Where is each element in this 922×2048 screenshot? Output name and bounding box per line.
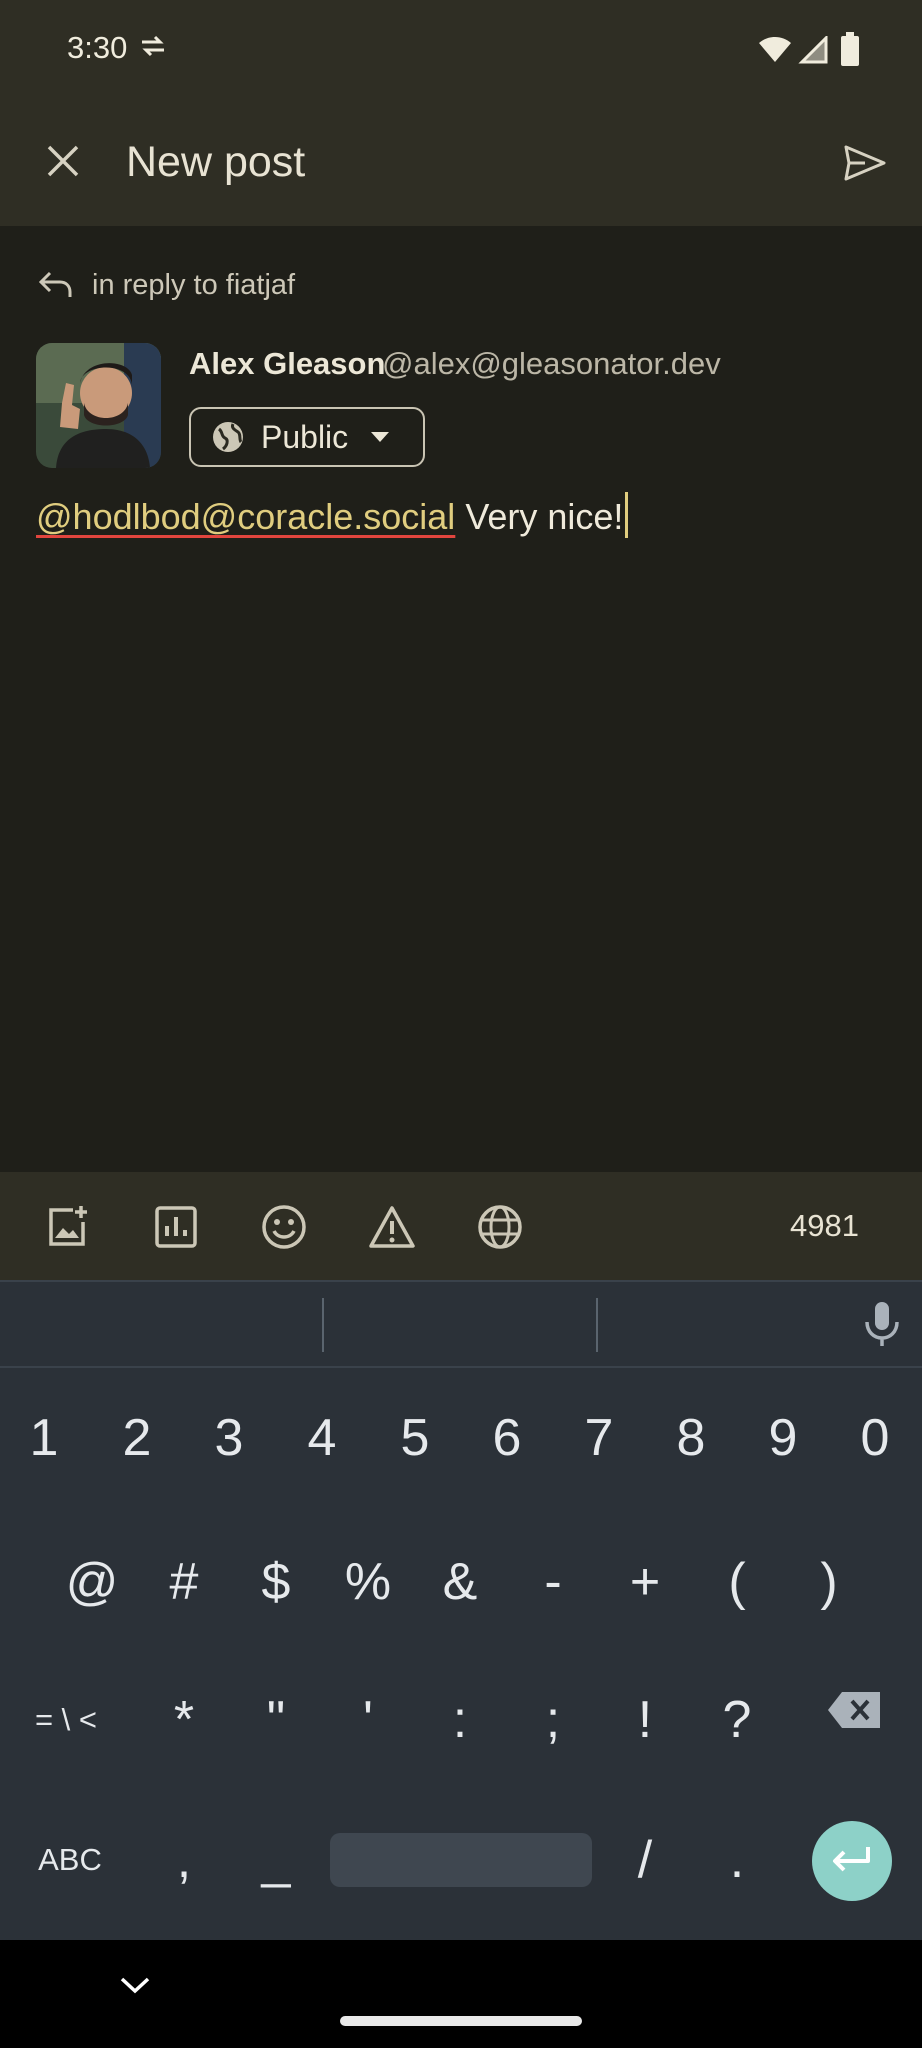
wifi-icon bbox=[758, 34, 792, 69]
enter-icon bbox=[833, 1847, 870, 1872]
send-icon bbox=[844, 145, 886, 181]
key-7[interactable]: 7 bbox=[559, 1408, 639, 1468]
author-name: Alex Gleason bbox=[189, 346, 386, 381]
key-percent[interactable]: % bbox=[328, 1552, 408, 1612]
content-warning-button[interactable] bbox=[360, 1195, 424, 1259]
text-cursor bbox=[625, 492, 629, 538]
poll-icon bbox=[155, 1206, 197, 1248]
key-at[interactable]: @ bbox=[52, 1552, 132, 1612]
key-hash[interactable]: # bbox=[144, 1552, 224, 1612]
compose-toolbar bbox=[0, 1172, 922, 1280]
emoji-button[interactable] bbox=[252, 1195, 316, 1259]
abc-key[interactable]: ABC bbox=[24, 1830, 116, 1890]
author-handle: @alex@gleasonator.dev bbox=[382, 346, 721, 381]
backspace-icon bbox=[828, 1692, 880, 1728]
globe-icon bbox=[478, 1205, 522, 1249]
key-open-paren[interactable]: ( bbox=[697, 1552, 777, 1612]
suggestion-divider bbox=[596, 1298, 598, 1352]
visibility-label: Public bbox=[261, 418, 349, 455]
key-period[interactable]: . bbox=[697, 1830, 777, 1890]
key-2[interactable]: 2 bbox=[97, 1408, 177, 1468]
close-icon bbox=[47, 145, 79, 177]
key-double-quote[interactable]: " bbox=[236, 1690, 316, 1750]
key-1[interactable]: 1 bbox=[4, 1408, 84, 1468]
mention-link[interactable]: @hodlbod@coracle.social bbox=[36, 496, 455, 537]
cell-signal-icon bbox=[798, 34, 828, 69]
key-ampersand[interactable]: & bbox=[420, 1552, 500, 1612]
backspace-key[interactable] bbox=[826, 1690, 886, 1750]
key-slash[interactable]: / bbox=[605, 1830, 685, 1890]
globe-icon bbox=[213, 422, 243, 452]
visibility-dropdown[interactable]: Public bbox=[189, 407, 425, 467]
key-minus[interactable]: - bbox=[513, 1552, 593, 1612]
key-plus[interactable]: + bbox=[605, 1552, 685, 1612]
post-body-text: Very nice! bbox=[455, 496, 624, 537]
microphone-icon[interactable] bbox=[862, 1300, 902, 1353]
status-time: 3:30 bbox=[67, 30, 128, 65]
key-close-paren[interactable]: ) bbox=[789, 1552, 869, 1612]
data-sync-icon bbox=[140, 34, 166, 63]
key-9[interactable]: 9 bbox=[743, 1408, 823, 1468]
key-semicolon[interactable]: ; bbox=[513, 1690, 593, 1750]
key-dollar[interactable]: $ bbox=[236, 1552, 316, 1612]
caret-down-icon bbox=[371, 432, 390, 442]
key-0[interactable]: 0 bbox=[835, 1408, 915, 1468]
key-colon[interactable]: : bbox=[420, 1690, 500, 1750]
key-underscore[interactable]: _ bbox=[236, 1830, 316, 1890]
key-6[interactable]: 6 bbox=[467, 1408, 547, 1468]
close-button[interactable] bbox=[30, 128, 96, 194]
space-key[interactable] bbox=[330, 1833, 592, 1887]
battery-icon bbox=[840, 32, 860, 71]
key-comma[interactable]: , bbox=[144, 1830, 224, 1890]
hide-keyboard-button[interactable] bbox=[118, 1974, 152, 2001]
reply-indicator: in reply to fiatjaf bbox=[38, 264, 295, 306]
suggestion-divider bbox=[322, 1298, 324, 1352]
key-3[interactable]: 3 bbox=[189, 1408, 269, 1468]
send-button[interactable] bbox=[830, 128, 900, 198]
key-asterisk[interactable]: * bbox=[144, 1690, 224, 1750]
language-button[interactable] bbox=[468, 1195, 532, 1259]
key-question[interactable]: ? bbox=[697, 1690, 777, 1750]
avatar bbox=[36, 343, 161, 468]
warning-icon bbox=[369, 1206, 415, 1248]
reply-label: in reply to fiatjaf bbox=[92, 268, 296, 301]
chevron-down-icon bbox=[120, 1977, 150, 1994]
key-4[interactable]: 4 bbox=[282, 1408, 362, 1468]
key-more-symbols[interactable]: = \ < bbox=[20, 1690, 112, 1750]
key-8[interactable]: 8 bbox=[651, 1408, 731, 1468]
reply-icon bbox=[38, 271, 72, 297]
post-text-input[interactable]: @hodlbod@coracle.social Very nice! bbox=[36, 492, 629, 538]
character-counter: 4981 bbox=[790, 1208, 859, 1243]
add-media-button[interactable] bbox=[36, 1195, 100, 1259]
key-single-quote[interactable]: ' bbox=[328, 1690, 408, 1750]
page-title: New post bbox=[126, 138, 306, 186]
emoji-icon bbox=[262, 1205, 306, 1249]
add-poll-button[interactable] bbox=[144, 1195, 208, 1259]
suggestion-strip bbox=[0, 1280, 922, 1368]
home-gesture-handle[interactable] bbox=[340, 2016, 582, 2026]
key-5[interactable]: 5 bbox=[375, 1408, 455, 1468]
enter-key[interactable] bbox=[812, 1821, 892, 1901]
add-image-icon bbox=[49, 1206, 87, 1246]
key-exclamation[interactable]: ! bbox=[605, 1690, 685, 1750]
